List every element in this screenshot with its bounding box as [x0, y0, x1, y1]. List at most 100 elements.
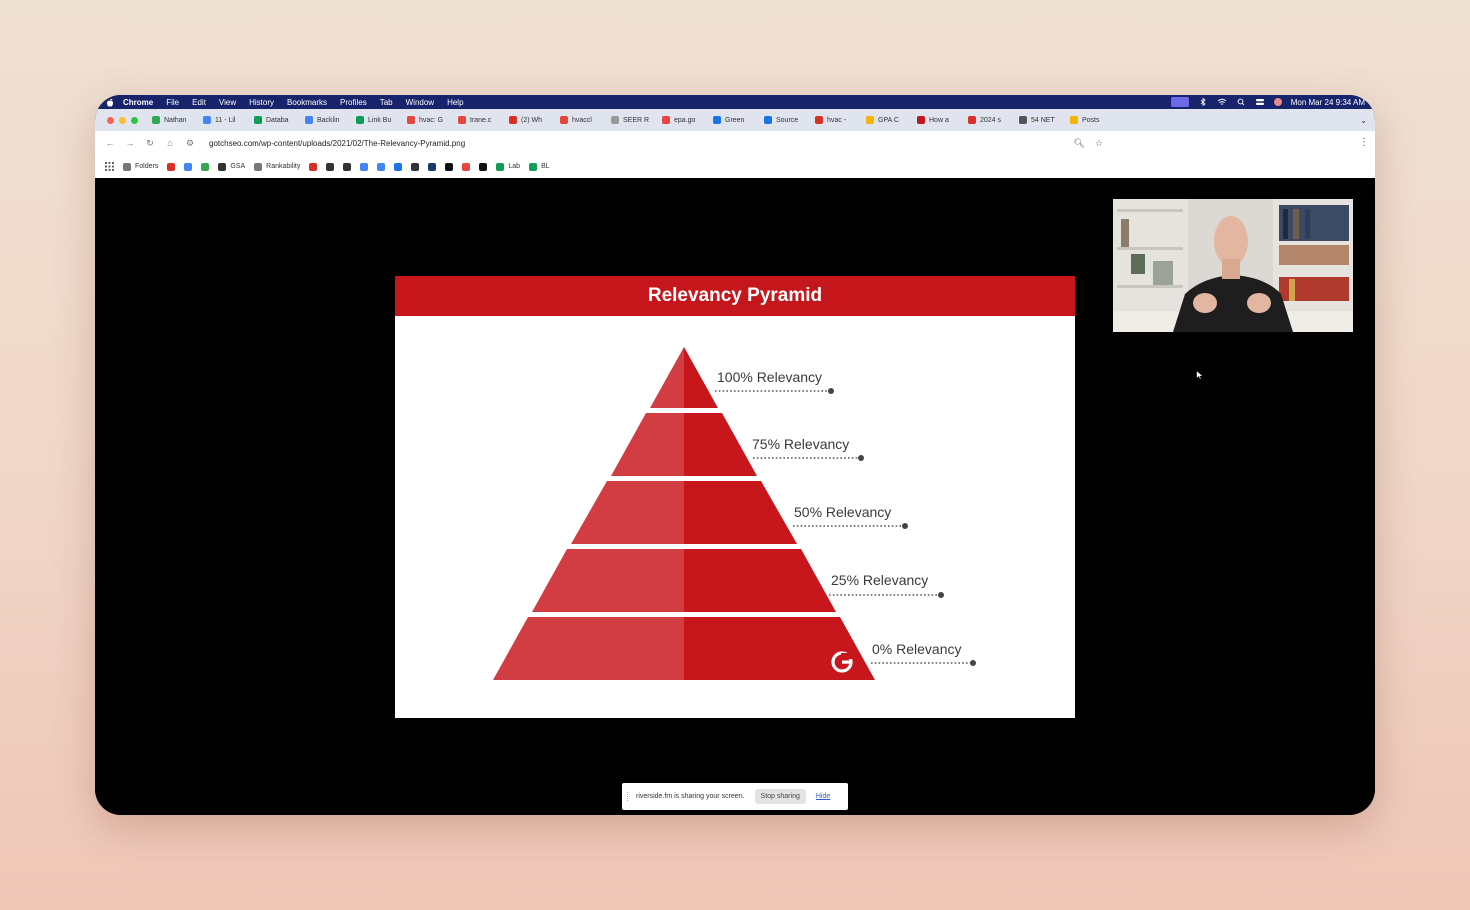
zoom-window-button[interactable] [131, 116, 138, 124]
tab-favicon-icon [458, 116, 466, 124]
bookmark-favicon-icon [496, 162, 505, 171]
level-dot-25 [938, 592, 944, 598]
browser-tab[interactable]: Backlin [305, 116, 351, 124]
browser-tab[interactable]: hvaccl [560, 116, 606, 124]
url-field[interactable]: gotchseo.com/wp-content/uploads/2021/02/… [209, 139, 465, 148]
browser-tab[interactable]: 11 - Lil [203, 116, 249, 124]
bookmark-item[interactable] [394, 162, 403, 171]
control-center-icon[interactable] [1255, 98, 1265, 106]
menu-window[interactable]: Window [406, 98, 434, 107]
browser-tab[interactable]: hvac - [815, 116, 861, 124]
bookmark-item[interactable] [411, 162, 420, 171]
reload-icon[interactable]: ↻ [145, 138, 155, 149]
share-grip-icon[interactable] [627, 792, 630, 801]
tab-favicon-icon [866, 116, 874, 124]
browser-tab[interactable]: Nathan [152, 116, 198, 124]
browser-tab[interactable]: trane.c [458, 116, 504, 124]
minimize-window-button[interactable] [119, 116, 126, 124]
bluetooth-icon[interactable] [1198, 98, 1208, 106]
apps-grid-icon[interactable] [105, 162, 114, 171]
tab-favicon-icon [254, 116, 262, 124]
pyramid-tier-3-left [571, 481, 684, 544]
browser-tab[interactable]: Posts [1070, 116, 1116, 124]
bookmark-item[interactable]: GSA [218, 162, 246, 171]
bookmark-item[interactable] [428, 162, 437, 171]
bookmark-favicon-icon [167, 162, 176, 171]
tab-label: 54 NET [1031, 116, 1055, 124]
tabs-list: Nathan 11 - Lil Databa Backlin Link Bu hvac: … [152, 116, 1121, 124]
level-dot-100 [828, 388, 834, 394]
menu-help[interactable]: Help [447, 98, 463, 107]
bookmark-item[interactable]: BL [529, 162, 550, 171]
webcam-overlay[interactable] [1113, 199, 1353, 332]
home-icon[interactable]: ⌂ [165, 138, 175, 148]
bookmark-item[interactable] [360, 162, 369, 171]
bookmark-star-icon[interactable]: ☆ [1095, 138, 1103, 149]
tab-favicon-icon [509, 116, 517, 124]
tab-label: hvac: G [419, 116, 444, 124]
bookmark-item[interactable]: Rankability [254, 162, 300, 171]
bookmark-item[interactable]: Lab [496, 162, 520, 171]
user-avatar-icon[interactable] [1273, 98, 1282, 106]
bookmark-item[interactable]: Folders [123, 162, 158, 171]
browser-tab[interactable]: Link Bu [356, 116, 402, 124]
bookmark-favicon-icon [377, 162, 386, 171]
menu-edit[interactable]: Edit [192, 98, 206, 107]
tab-label: Source [776, 116, 799, 124]
browser-tab[interactable]: (2) Wh [509, 116, 555, 124]
browser-tab[interactable]: Source [764, 116, 810, 124]
bookmark-item[interactable] [462, 162, 471, 171]
search-icon[interactable] [1236, 98, 1246, 106]
bookmark-item[interactable] [445, 162, 454, 171]
bookmark-item[interactable] [479, 162, 488, 171]
menu-file[interactable]: File [166, 98, 179, 107]
bookmark-label: GSA [230, 163, 246, 170]
chrome-menu-icon[interactable]: ⋮ [1359, 137, 1369, 148]
slide-title: Relevancy Pyramid [395, 276, 1075, 316]
bookmark-item[interactable] [377, 162, 386, 171]
browser-tab[interactable]: hvac: G [407, 116, 453, 124]
tab-label: 2024 s [980, 116, 1002, 124]
close-window-button[interactable] [107, 116, 114, 124]
tab-label: epa.go [674, 116, 696, 124]
tab-search-chevron-icon[interactable]: ⌄ [1360, 116, 1367, 125]
forward-icon[interactable]: → [125, 138, 135, 148]
browser-tab[interactable]: How a [917, 116, 963, 124]
hide-share-bar-link[interactable]: Hide [816, 793, 830, 800]
bookmark-favicon-icon [479, 162, 488, 171]
screen-share-bar: riverside.fm is sharing your screen. Sto… [622, 783, 848, 810]
tab-label: Backlin [317, 116, 340, 124]
stop-sharing-button[interactable]: Stop sharing [754, 789, 806, 804]
address-bar-row: ← → ↻ ⌂ ⚙ gotchseo.com/wp-content/upload… [95, 131, 1375, 155]
browser-tab[interactable]: 2024 s [968, 116, 1014, 124]
bookmark-item[interactable] [201, 162, 210, 171]
browser-tab[interactable]: SEER R [611, 116, 657, 124]
apple-icon[interactable] [105, 97, 115, 107]
browser-tab[interactable]: GPA C [866, 116, 912, 124]
bookmark-item[interactable] [184, 162, 193, 171]
browser-tab[interactable]: Green [713, 116, 759, 124]
menu-bookmarks[interactable]: Bookmarks [287, 98, 327, 107]
bookmark-item[interactable] [167, 162, 176, 171]
back-icon[interactable]: ← [105, 138, 115, 148]
menu-chrome[interactable]: Chrome [123, 98, 153, 107]
bookmark-item[interactable] [343, 162, 352, 171]
browser-tab[interactable]: Databa [254, 116, 300, 124]
menu-view[interactable]: View [219, 98, 236, 107]
menu-history[interactable]: History [249, 98, 274, 107]
tab-label: Databa [266, 116, 289, 124]
bookmark-item[interactable] [309, 162, 318, 171]
site-settings-icon[interactable]: ⚙ [185, 138, 195, 149]
level-label-50: 50% Relevancy [794, 504, 891, 520]
browser-tab[interactable]: 54 NET [1019, 116, 1065, 124]
wifi-icon[interactable] [1217, 98, 1227, 106]
menu-tab[interactable]: Tab [380, 98, 393, 107]
menu-profiles[interactable]: Profiles [340, 98, 367, 107]
bookmarks-bar: Folders GSA Rankability Lab BL [95, 155, 1375, 179]
tab-favicon-icon [560, 116, 568, 124]
zoom-icon[interactable]: 🔍︎ [1073, 138, 1084, 149]
browser-tab[interactable]: epa.go [662, 116, 708, 124]
bookmark-item[interactable] [326, 162, 335, 171]
screen-share-icon[interactable] [1170, 97, 1189, 107]
bookmark-favicon-icon [462, 162, 471, 171]
